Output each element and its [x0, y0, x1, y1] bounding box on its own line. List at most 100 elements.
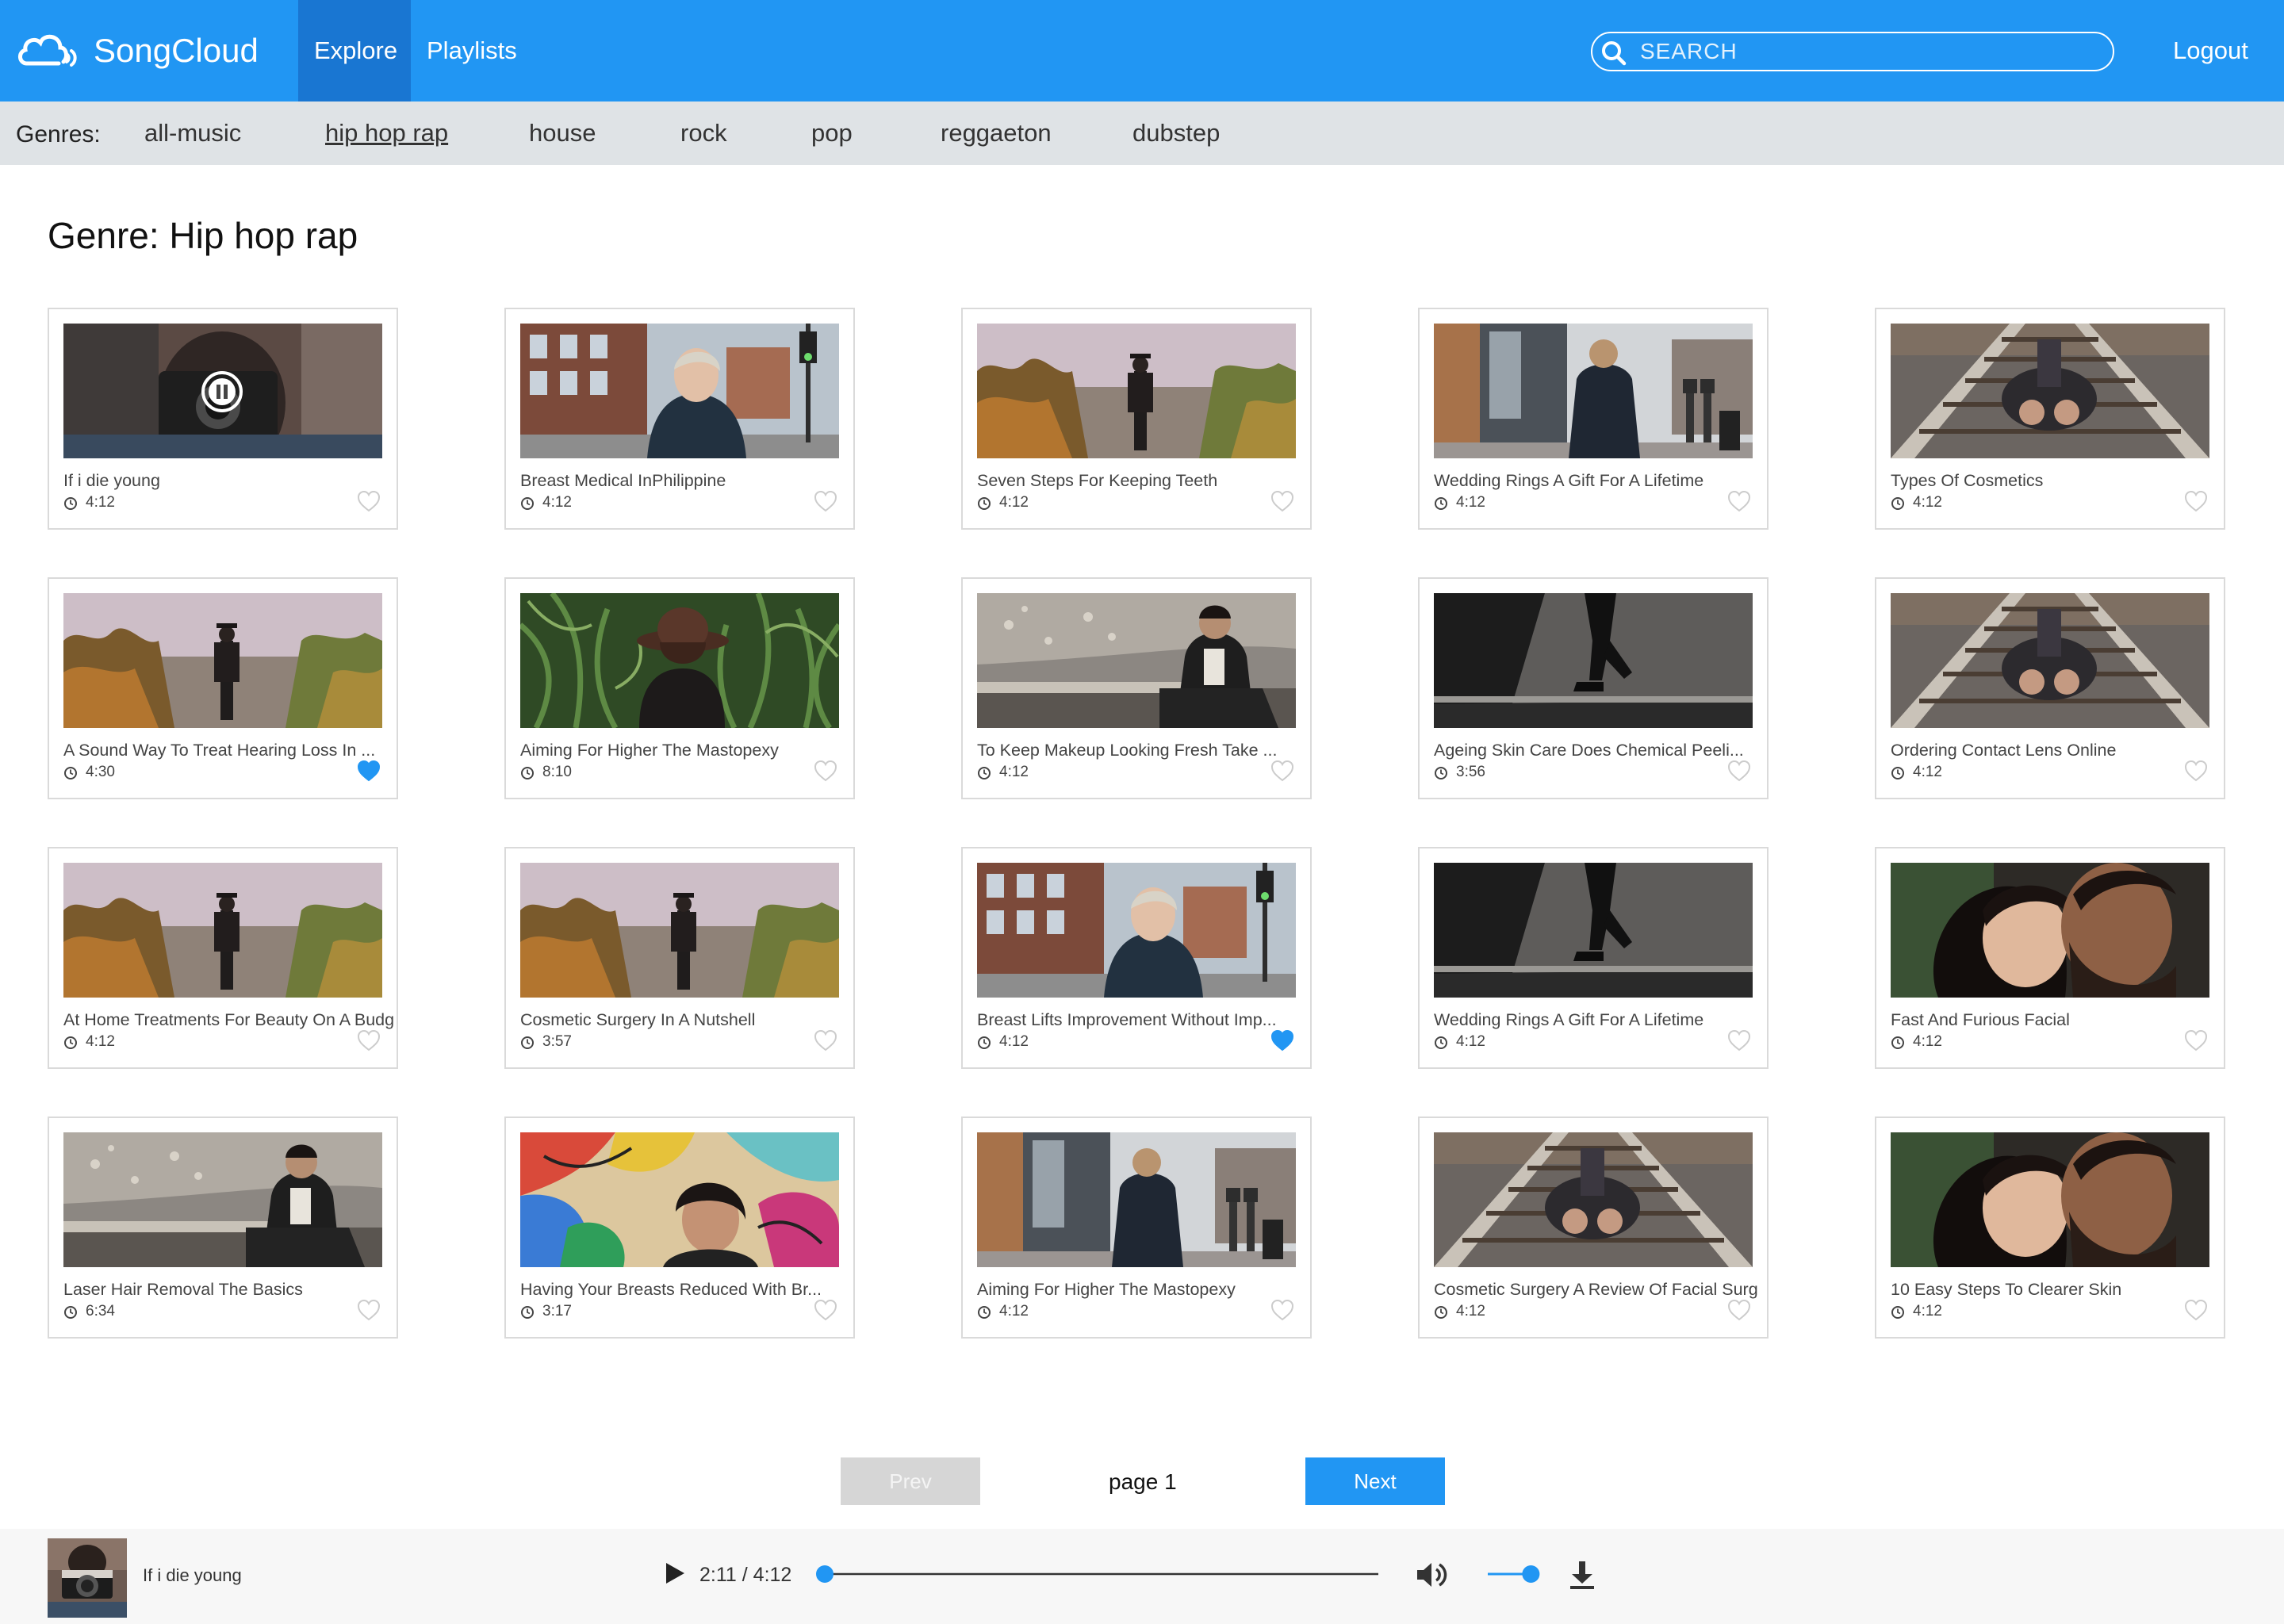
heart-icon[interactable] — [357, 490, 381, 512]
song-card[interactable]: Laser Hair Removal The Basics 6:34 — [48, 1116, 398, 1339]
heart-icon[interactable] — [814, 760, 837, 782]
song-thumbnail[interactable] — [1891, 593, 2209, 728]
song-card[interactable]: Ageing Skin Care Does Chemical Peeli... … — [1418, 577, 1769, 799]
song-title: Types Of Cosmetics — [1891, 471, 2044, 490]
heart-icon[interactable] — [1727, 490, 1751, 512]
heart-icon[interactable] — [357, 1299, 381, 1321]
time-separator: / — [742, 1564, 748, 1586]
clock-icon — [978, 497, 991, 510]
clock-icon — [1435, 1306, 1447, 1319]
heart-icon[interactable] — [1270, 490, 1294, 512]
heart-icon[interactable] — [814, 1029, 837, 1051]
song-card[interactable]: Aiming For Higher The Mastopexy 4:12 — [961, 1116, 1312, 1339]
song-card[interactable]: 10 Easy Steps To Clearer Skin 4:12 — [1875, 1116, 2225, 1339]
heart-icon[interactable] — [1270, 760, 1294, 782]
logout-link[interactable]: Logout — [2173, 36, 2248, 65]
pause-icon[interactable] — [200, 370, 244, 414]
song-card[interactable]: Ordering Contact Lens Online 4:12 — [1875, 577, 2225, 799]
song-thumbnail[interactable] — [63, 863, 382, 998]
volume-knob[interactable] — [1522, 1565, 1540, 1583]
song-card[interactable]: Wedding Rings A Gift For A Lifetime 4:12 — [1418, 308, 1769, 530]
heart-icon[interactable] — [357, 1029, 381, 1051]
song-thumbnail[interactable] — [520, 863, 839, 998]
song-duration: 3:57 — [542, 1033, 572, 1050]
clock-icon — [1891, 767, 1904, 779]
song-thumbnail[interactable] — [1891, 324, 2209, 458]
tab-explore[interactable]: Explore — [298, 0, 411, 102]
song-card[interactable]: Cosmetic Surgery A Review Of Facial Surg… — [1418, 1116, 1769, 1339]
song-thumbnail[interactable] — [1434, 1132, 1753, 1267]
heart-icon[interactable] — [2184, 760, 2208, 782]
song-thumbnail[interactable] — [1434, 593, 1753, 728]
song-card[interactable]: To Keep Makeup Looking Fresh Take ... 4:… — [961, 577, 1312, 799]
clock-icon — [978, 1306, 991, 1319]
progress-knob[interactable] — [816, 1565, 834, 1583]
song-thumbnail[interactable] — [1434, 324, 1753, 458]
heart-icon[interactable] — [1270, 1299, 1294, 1321]
song-card[interactable]: Breast Lifts Improvement Without Imp... … — [961, 847, 1312, 1069]
heart-icon[interactable] — [1727, 760, 1751, 782]
heart-icon[interactable] — [2184, 1299, 2208, 1321]
heart-icon[interactable] — [2184, 1029, 2208, 1051]
heart-icon[interactable] — [814, 490, 837, 512]
song-title: Laser Hair Removal The Basics — [63, 1280, 303, 1299]
song-card[interactable]: Wedding Rings A Gift For A Lifetime 4:12 — [1418, 847, 1769, 1069]
song-card[interactable]: Types Of Cosmetics 4:12 — [1875, 308, 2225, 530]
prev-button[interactable]: Prev — [841, 1457, 980, 1505]
song-card[interactable]: Breast Medical InPhilippine 4:12 — [504, 308, 855, 530]
clock-icon — [1891, 1036, 1904, 1049]
song-thumbnail[interactable] — [520, 324, 839, 458]
now-playing-title: If i die young — [143, 1565, 242, 1585]
clock-icon — [521, 497, 534, 510]
clock-icon — [64, 1306, 77, 1319]
progress-slider[interactable] — [815, 1562, 1386, 1586]
heart-icon[interactable] — [1270, 1029, 1294, 1051]
song-thumbnail[interactable] — [520, 593, 839, 728]
cloud-sound-icon[interactable] — [14, 29, 79, 73]
song-thumbnail[interactable] — [1891, 863, 2209, 998]
heart-icon[interactable] — [2184, 490, 2208, 512]
song-title: Ordering Contact Lens Online — [1891, 741, 2117, 760]
next-button[interactable]: Next — [1305, 1457, 1445, 1505]
heart-icon[interactable] — [357, 760, 381, 782]
genre-rock[interactable]: rock — [680, 119, 727, 147]
tab-playlists[interactable]: Playlists — [411, 0, 533, 102]
genre-reggaeton[interactable]: reggaeton — [941, 119, 1052, 147]
song-title: Cosmetic Surgery A Review Of Facial Surg — [1434, 1280, 1758, 1299]
song-card[interactable]: A Sound Way To Treat Hearing Loss In ...… — [48, 577, 398, 799]
song-thumbnail[interactable] — [977, 324, 1296, 458]
heart-icon[interactable] — [1727, 1299, 1751, 1321]
song-thumbnail[interactable] — [977, 593, 1296, 728]
song-thumbnail[interactable] — [977, 1132, 1296, 1267]
song-title: If i die young — [63, 471, 160, 490]
download-icon[interactable] — [1567, 1559, 1597, 1591]
song-thumbnail[interactable] — [520, 1132, 839, 1267]
song-card[interactable]: At Home Treatments For Beauty On A Budg … — [48, 847, 398, 1069]
volume-slider[interactable] — [1483, 1562, 1543, 1586]
play-icon[interactable] — [663, 1561, 687, 1586]
song-title: Aiming For Higher The Mastopexy — [977, 1280, 1236, 1299]
song-thumbnail[interactable] — [63, 1132, 382, 1267]
app-title[interactable]: SongCloud — [94, 29, 259, 73]
genre-all-music[interactable]: all-music — [144, 119, 241, 147]
search-input[interactable] — [1640, 38, 2100, 65]
genre-pop[interactable]: pop — [811, 119, 853, 147]
song-card[interactable]: Fast And Furious Facial 4:12 — [1875, 847, 2225, 1069]
song-card[interactable]: If i die young 4:12 — [48, 308, 398, 530]
heart-icon[interactable] — [814, 1299, 837, 1321]
song-thumbnail[interactable] — [1891, 1132, 2209, 1267]
heart-icon[interactable] — [1727, 1029, 1751, 1051]
song-title: 10 Easy Steps To Clearer Skin — [1891, 1280, 2122, 1299]
song-card[interactable]: Having Your Breasts Reduced With Br... 3… — [504, 1116, 855, 1339]
volume-icon[interactable] — [1415, 1559, 1450, 1591]
song-card[interactable]: Aiming For Higher The Mastopexy 8:10 — [504, 577, 855, 799]
search-box[interactable] — [1591, 32, 2114, 71]
song-thumbnail[interactable] — [1434, 863, 1753, 998]
genre-dubstep[interactable]: dubstep — [1132, 119, 1220, 147]
genre-hip-hop-rap[interactable]: hip hop rap — [325, 119, 448, 147]
song-thumbnail[interactable] — [63, 593, 382, 728]
song-card[interactable]: Cosmetic Surgery In A Nutshell 3:57 — [504, 847, 855, 1069]
song-thumbnail[interactable] — [977, 863, 1296, 998]
song-card[interactable]: Seven Steps For Keeping Teeth 4:12 — [961, 308, 1312, 530]
genre-house[interactable]: house — [529, 119, 596, 147]
